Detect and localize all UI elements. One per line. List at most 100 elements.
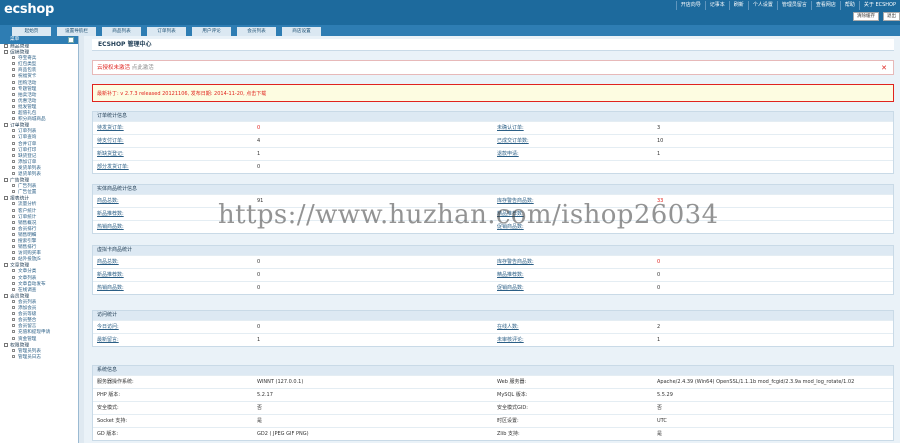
page-icon: [12, 312, 15, 316]
page-icon: [12, 190, 15, 194]
close-icon[interactable]: ✕: [881, 61, 887, 76]
page-icon: [12, 269, 15, 273]
stat-label: Zlib 支持:: [497, 431, 520, 437]
page-icon: [12, 354, 15, 358]
page-icon: [12, 232, 15, 236]
stat-label[interactable]: 部分发货订单:: [97, 161, 247, 174]
page-icon: [12, 111, 15, 115]
table-row: 待支付订单: 4 已成交订单数: 10: [93, 134, 893, 147]
menu-label: 促销管理: [10, 50, 30, 56]
menu-label: 客户统计: [18, 208, 37, 214]
menu-label: 祝福贺卡: [18, 74, 37, 80]
page-icon: [12, 159, 15, 163]
menu-label: 权限管理: [10, 343, 30, 349]
menu-label: 搜索引擎: [18, 239, 37, 244]
menu-label: 添加会员: [18, 306, 37, 312]
table-row: 最新留言: 1 未审核评论: 1: [93, 333, 893, 346]
menu-label: 文章分类: [18, 269, 37, 275]
menu-label: 访问购买率: [18, 251, 41, 257]
top-link[interactable]: 帮助: [839, 1, 859, 10]
stat-value: 0: [657, 285, 661, 291]
page-icon: [12, 80, 15, 84]
menu-label: 发货单列表: [18, 165, 41, 171]
stats-section: 订单统计信息 待发货订单: 0 未确认订单: 3 待支付订单: 4 已成交订单数: 10 新缺货登…: [92, 111, 894, 174]
stat-value: 0: [257, 285, 261, 291]
expand-icon: [4, 263, 8, 268]
top-link[interactable]: 查看网店: [810, 1, 840, 10]
page-icon: [12, 275, 15, 279]
expand-icon: [4, 342, 8, 347]
section-header: 系统信息: [93, 366, 893, 375]
watermark: https://www.huzhan.com/ishop26034: [218, 200, 719, 230]
page-icon: [12, 214, 15, 218]
stats-section: 虚拟卡商品统计 商品总数: 0 库存警告商品数: 0 新品推荐数: 0 精品推荐数: 0 热销商品…: [92, 245, 894, 295]
page-icon: [12, 184, 15, 188]
page-icon: [12, 147, 15, 151]
top-link[interactable]: 记事本: [704, 1, 729, 10]
activate-link[interactable]: 点此激活: [132, 65, 154, 71]
tab[interactable]: 订单列表: [147, 27, 186, 36]
tab[interactable]: 商店设置: [282, 27, 321, 36]
page-icon: [12, 226, 15, 230]
page-icon: [12, 104, 15, 108]
top-link[interactable]: 个人设置: [747, 1, 777, 10]
tab[interactable]: 会员列表: [237, 27, 276, 36]
sidebar: 菜单 商品管理 促销管理 夺宝奇兵 红包类型 商品包装 祝福贺卡 团购活动 专题管理 拍卖活动优…: [0, 36, 79, 443]
page-icon: [12, 318, 15, 322]
menu-item[interactable]: 管理员日志: [4, 354, 78, 361]
page-icon: [12, 117, 15, 121]
tab[interactable]: 用户评论: [192, 27, 231, 36]
top-buttons: 清除缓存 退出: [853, 12, 900, 21]
page-icon: [12, 62, 15, 66]
page-icon: [12, 239, 15, 242]
table-row: 热销商品数: 0 促销商品数: 0: [93, 281, 893, 294]
top-link[interactable]: 管理员留言: [776, 1, 811, 10]
page-icon: [12, 86, 15, 90]
header-button[interactable]: 退出: [883, 12, 900, 21]
page-icon: [12, 281, 15, 285]
page-icon: [12, 135, 15, 139]
top-link[interactable]: 关于 ECSHOP: [858, 1, 900, 10]
page-icon: [12, 98, 15, 102]
stat-label[interactable]: 未审核评论:: [497, 334, 647, 347]
collapse-icon[interactable]: [68, 37, 74, 43]
menu-label: 会员留言: [18, 324, 37, 330]
table-row: 新品推荐数: 0 精品推荐数: 0: [93, 268, 893, 281]
page-icon: [12, 348, 15, 352]
expand-icon: [4, 178, 8, 183]
section-header: 实体商品统计信息: [93, 185, 893, 194]
page-icon: [12, 257, 15, 261]
menu-label: 团购活动: [18, 80, 37, 86]
stats-section: 系统信息 服务器操作系统: WINNT (127.0.0.1) Web 服务器: Apa…: [92, 365, 894, 441]
menu-label: 积分商城商品: [18, 117, 46, 123]
top-link[interactable]: 刷新: [728, 1, 748, 10]
stat-label[interactable]: 热销商品数:: [97, 282, 247, 295]
tab[interactable]: 商品列表: [102, 27, 141, 36]
top-link[interactable]: 开店向导: [675, 1, 705, 10]
menu-label: 销售排行: [18, 245, 37, 251]
page-icon: [12, 287, 15, 291]
menu-label: 管理员列表: [18, 348, 41, 354]
menu-label: 缺货登记: [18, 153, 37, 159]
tab[interactable]: 起始页: [12, 27, 51, 36]
stat-label[interactable]: 最新留言:: [97, 334, 247, 347]
page-icon: [12, 245, 15, 249]
header-button[interactable]: 清除缓存: [853, 12, 879, 21]
expand-icon: [4, 196, 8, 201]
expand-icon: [4, 293, 8, 298]
menu-label: 添加订单: [18, 159, 37, 165]
table-row: 新缺货登记: 1 退款申请: 1: [93, 147, 893, 160]
update-alert[interactable]: 最新补丁: v 2.7.3 released 20121106, 发布日期: 2…: [92, 84, 894, 102]
page-icon: [12, 153, 15, 157]
ecshop-logo: ecshop: [4, 2, 54, 17]
menu-label: 会员列表: [18, 299, 37, 305]
menu-label: 文章自动发布: [18, 281, 46, 287]
menu-label: 广告位置: [18, 190, 37, 196]
stat-label[interactable]: 促销商品数:: [497, 282, 647, 295]
page-icon: [12, 129, 15, 133]
page-icon: [12, 220, 15, 224]
menu-label: 充值和提现申请: [18, 330, 51, 336]
nav-tabs: 起始页 设置导航栏 商品列表 订单列表 用户评论 会员列表 商店设置: [0, 25, 900, 36]
menu-label: 在线调查: [18, 287, 37, 293]
tab[interactable]: 设置导航栏: [57, 27, 96, 36]
